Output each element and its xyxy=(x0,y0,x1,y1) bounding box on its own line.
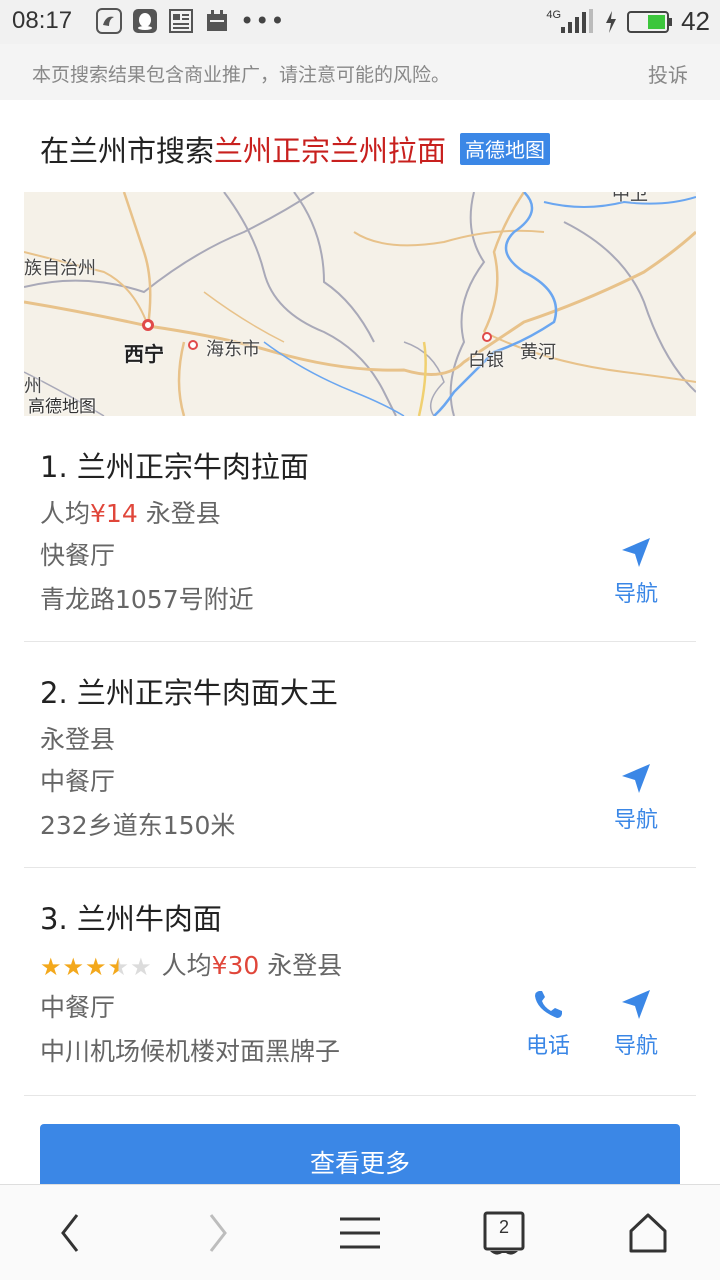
back-arrow-icon xyxy=(61,1214,79,1252)
star-icon: ★ xyxy=(62,953,85,981)
result-district: 永登县 xyxy=(40,725,116,754)
per-capita-label: 人均 xyxy=(40,499,91,528)
navigate-button[interactable]: 导航 xyxy=(596,988,676,1060)
navigate-label: 导航 xyxy=(613,582,658,607)
result-meta: ★ ★ ★ ★ ★ 人均¥30 永登县 xyxy=(40,946,342,982)
result-title[interactable]: 2. 兰州正宗牛肉面大王 xyxy=(40,670,338,712)
network-type: 4G xyxy=(546,8,562,21)
star-icon: ★ xyxy=(85,953,107,981)
tab-count: 2 xyxy=(498,1217,509,1237)
result-price: ¥30 xyxy=(211,951,260,980)
status-right: 4G 42 xyxy=(546,6,710,37)
map-label-corner: 中卫 xyxy=(612,192,648,205)
menu-icon xyxy=(340,1217,380,1249)
bottom-navigation: 2 xyxy=(0,1184,720,1280)
map-canvas xyxy=(24,192,696,416)
tabs-button[interactable]: 2 xyxy=(474,1209,534,1259)
phone-button[interactable]: 电话 xyxy=(508,988,588,1060)
half-star-icon: ★ xyxy=(107,953,130,981)
status-bar: 08:17 ••• 4G 42 xyxy=(0,0,720,44)
more-notifications-icon: ••• xyxy=(240,7,286,35)
map-label-huanghe: 黄河 xyxy=(520,342,556,363)
navigate-label: 导航 xyxy=(613,1034,658,1059)
home-button[interactable] xyxy=(618,1209,678,1259)
haidong-marker xyxy=(188,340,198,350)
complain-link[interactable]: 投诉 xyxy=(648,59,688,88)
calendar-icon xyxy=(207,10,227,31)
navigate-button[interactable]: 导航 xyxy=(596,536,676,608)
signal-icon xyxy=(561,8,594,33)
result-title[interactable]: 1. 兰州正宗牛肉拉面 xyxy=(40,444,309,486)
map-preview[interactable]: 族自治州 中卫 西宁 海东市 白银 黄河 州 高德地图 xyxy=(24,192,696,416)
navigate-button[interactable]: 导航 xyxy=(596,762,676,834)
ad-notice-text: 本页搜索结果包含商业推广，请注意可能的风险。 xyxy=(32,64,451,86)
search-query: 兰州正宗兰州拉面 xyxy=(214,134,447,168)
navigate-label: 导航 xyxy=(613,808,658,833)
result-price: ¥14 xyxy=(90,499,138,528)
xining-marker xyxy=(142,319,154,331)
result-item-3[interactable]: 3. 兰州牛肉面 ★ ★ ★ ★ ★ 人均¥30 永登县 中餐厅 中川机场候机楼对面黑牌子… xyxy=(24,868,696,1096)
map-label-baiyin: 白银 xyxy=(468,350,504,371)
qq-icon xyxy=(133,9,157,33)
result-item-2[interactable]: 2. 兰州正宗牛肉面大王 永登县 中餐厅 232乡道东150米 导航 xyxy=(24,642,696,868)
ad-notice-bar: 本页搜索结果包含商业推广，请注意可能的风险。 投诉 xyxy=(0,44,720,100)
star-icon: ★ xyxy=(40,953,62,981)
baiyin-marker xyxy=(482,332,492,342)
result-item-1[interactable]: 1. 兰州正宗牛肉拉面 人均¥14 永登县 快餐厅 青龙路1057号附近 导航 xyxy=(24,416,696,642)
phone-label: 电话 xyxy=(525,1034,570,1059)
result-meta: 人均¥14 永登县 xyxy=(40,494,221,530)
uc-browser-icon xyxy=(96,8,122,34)
charging-icon xyxy=(606,10,617,33)
map-label-autonomous-prefecture: 族自治州 xyxy=(24,258,96,279)
map-label-haidong: 海东市 xyxy=(206,339,260,360)
battery-level: 42 xyxy=(681,6,710,36)
map-watermark: 高德地图 xyxy=(28,397,96,416)
per-capita-label: 人均 xyxy=(161,951,212,980)
map-label-xining: 西宁 xyxy=(124,342,164,366)
menu-button[interactable] xyxy=(330,1209,390,1259)
news-icon xyxy=(169,9,193,33)
amap-badge[interactable]: 高德地图 xyxy=(460,133,551,165)
search-prefix: 在兰州市搜索 xyxy=(40,134,215,168)
search-title: 在兰州市搜索兰州正宗兰州拉面 高德地图 xyxy=(40,128,551,170)
result-address: 中川机场候机楼对面黑牌子 xyxy=(40,1037,341,1066)
result-category: 中餐厅 xyxy=(40,767,116,796)
forward-button[interactable] xyxy=(188,1209,248,1259)
result-category: 快餐厅 xyxy=(40,541,116,570)
result-title[interactable]: 3. 兰州牛肉面 xyxy=(40,896,222,938)
result-category: 中餐厅 xyxy=(40,993,116,1022)
battery-icon xyxy=(627,10,673,33)
navigate-arrow-icon xyxy=(622,990,650,1019)
result-address: 232乡道东150米 xyxy=(40,811,236,840)
result-address: 青龙路1057号附近 xyxy=(40,585,254,614)
home-icon xyxy=(629,1213,667,1253)
back-button[interactable] xyxy=(40,1209,100,1259)
phone-icon xyxy=(535,991,562,1018)
result-district: 永登县 xyxy=(267,951,343,980)
status-time: 08:17 xyxy=(12,7,73,34)
forward-arrow-icon xyxy=(209,1214,227,1252)
notification-icons: ••• xyxy=(96,8,285,34)
empty-star-icon: ★ xyxy=(130,953,152,981)
result-district: 永登县 xyxy=(145,499,221,528)
navigate-arrow-icon xyxy=(622,764,650,793)
navigate-arrow-icon xyxy=(622,538,650,567)
rating-stars: ★ ★ ★ ★ ★ xyxy=(40,955,152,979)
